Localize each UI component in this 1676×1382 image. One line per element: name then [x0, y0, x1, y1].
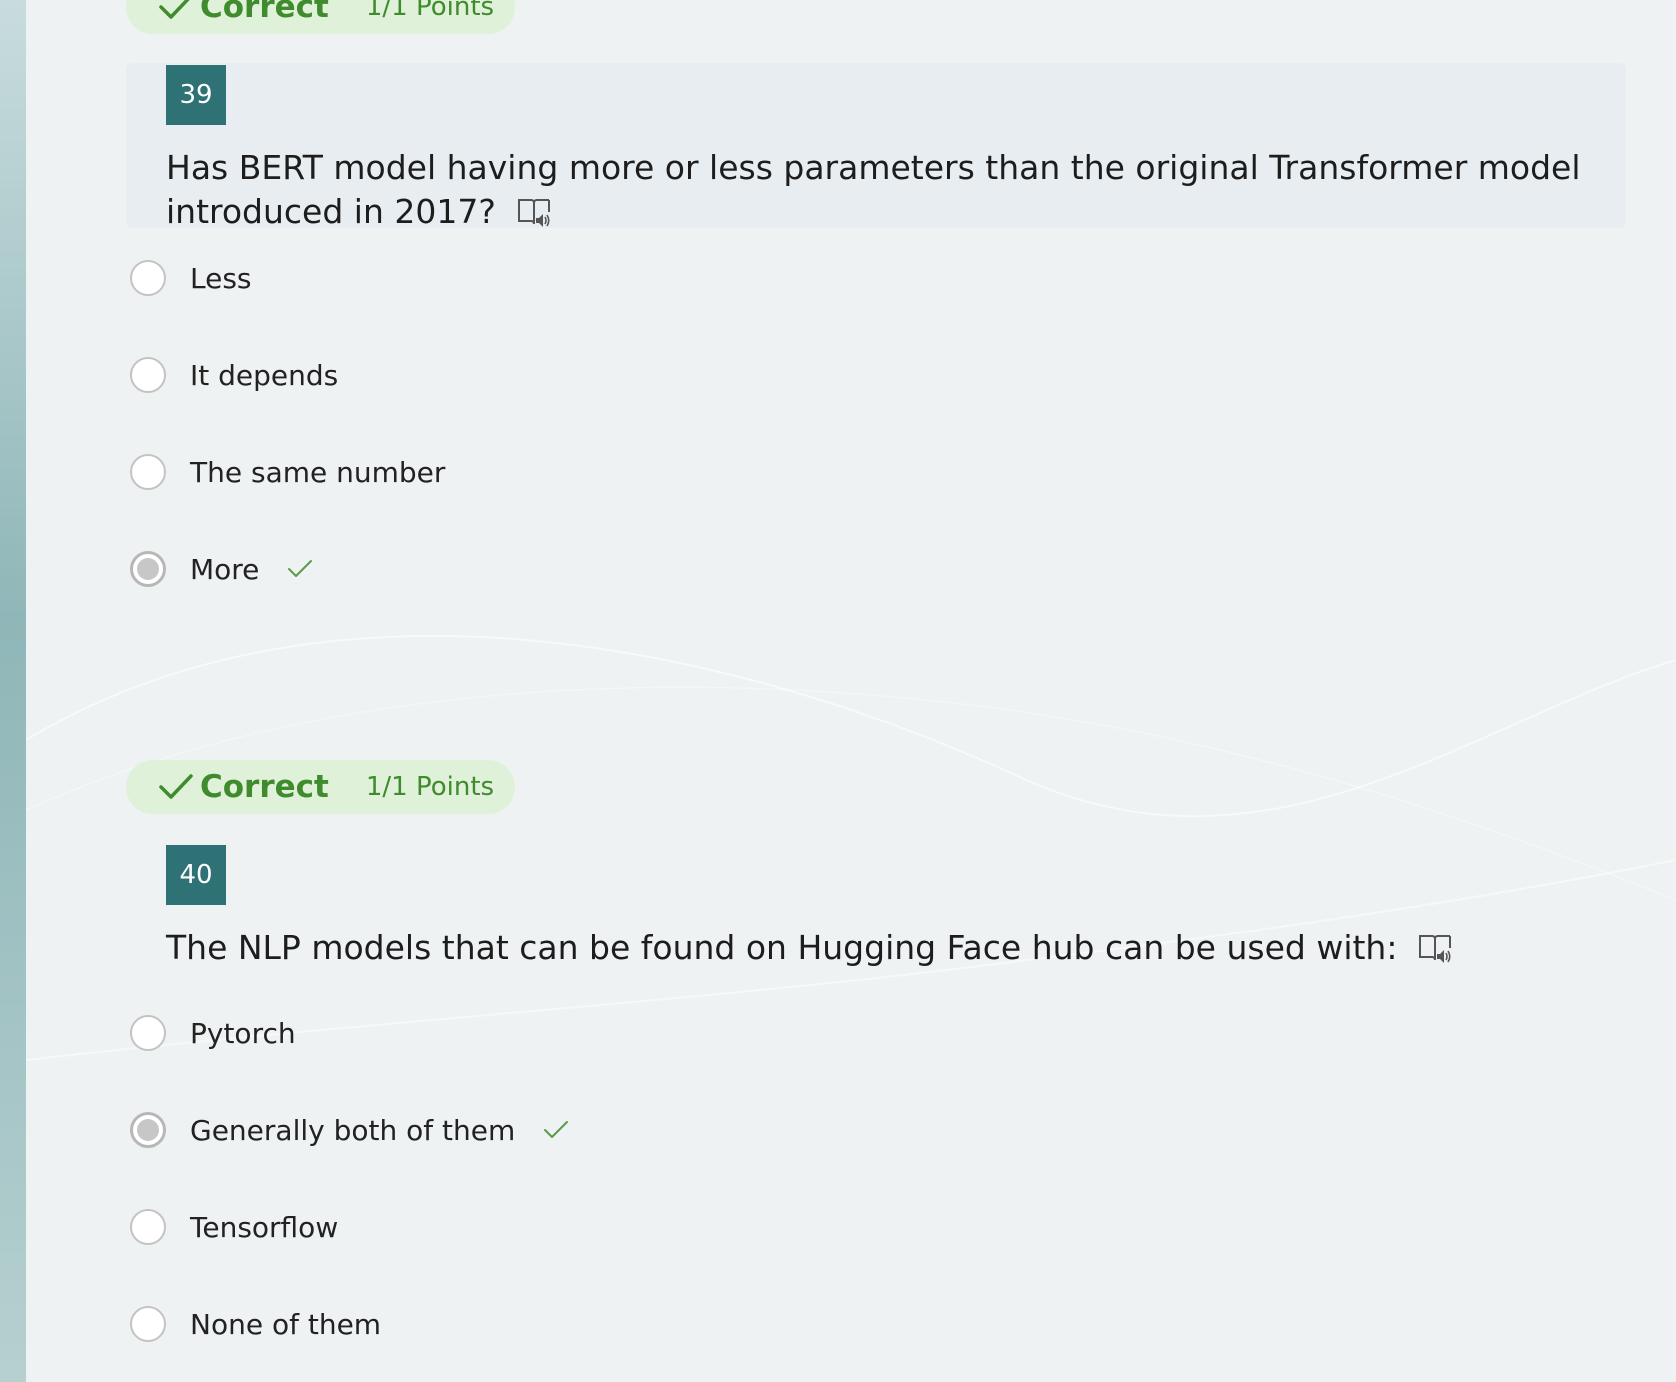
question-text: Has BERT model having more or less param… [166, 146, 1586, 234]
radio-button-selected[interactable] [130, 1112, 166, 1148]
score-badge: Correct 1/1 Points [126, 0, 515, 34]
answer-option[interactable]: It depends [130, 353, 338, 397]
answer-option[interactable]: Less [130, 256, 252, 300]
question-text-content: Has BERT model having more or less param… [166, 148, 1581, 231]
immersive-reader-icon[interactable] [516, 196, 552, 230]
score-badge: Correct 1/1 Points [126, 760, 515, 814]
option-label: Generally both of them [190, 1113, 516, 1147]
question-text: The NLP models that can be found on Hugg… [166, 926, 1586, 970]
question-number-text: 39 [179, 80, 213, 110]
answer-option[interactable]: Pytorch [130, 1011, 296, 1055]
option-label: None of them [190, 1307, 382, 1341]
question-text-content: The NLP models that can be found on Hugg… [166, 928, 1398, 967]
checkmark-icon [159, 774, 193, 799]
answer-option[interactable]: Tensorflow [130, 1205, 338, 1249]
option-label: More [190, 552, 260, 586]
immersive-reader-icon[interactable] [1417, 932, 1453, 966]
points-label: 1/1 Points [365, 0, 495, 22]
radio-button[interactable] [130, 357, 166, 393]
option-label: Pytorch [190, 1016, 296, 1050]
answer-option-selected[interactable]: More [130, 547, 313, 591]
answer-option-selected[interactable]: Generally both of them [130, 1108, 569, 1152]
question-40: Correct 1/1 Points 40 The NLP models tha… [126, 760, 1626, 1380]
radio-button[interactable] [130, 1306, 166, 1342]
question-number: 40 [166, 845, 226, 905]
status-label: Correct [200, 0, 329, 25]
radio-button[interactable] [130, 1015, 166, 1051]
option-label: Tensorflow [190, 1210, 339, 1244]
option-label: The same number [190, 455, 446, 489]
page-left-edge [0, 0, 26, 1382]
points-label: 1/1 Points [365, 772, 495, 802]
status-label: Correct [200, 769, 329, 805]
correct-answer-check-icon [544, 1121, 569, 1138]
radio-button[interactable] [130, 260, 166, 296]
option-label: It depends [190, 358, 339, 392]
question-number: 39 [166, 65, 226, 125]
correct-answer-check-icon [288, 560, 313, 577]
answer-option[interactable]: None of them [130, 1302, 381, 1346]
question-number-text: 40 [179, 860, 213, 890]
checkmark-icon [159, 0, 190, 19]
radio-button[interactable] [130, 1209, 166, 1245]
option-label: Less [190, 261, 252, 295]
radio-button[interactable] [130, 454, 166, 490]
radio-button-selected[interactable] [130, 551, 166, 587]
question-39: Correct 1/1 Points 39 Has BERT model hav… [126, 0, 1626, 630]
answer-option[interactable]: The same number [130, 450, 445, 494]
